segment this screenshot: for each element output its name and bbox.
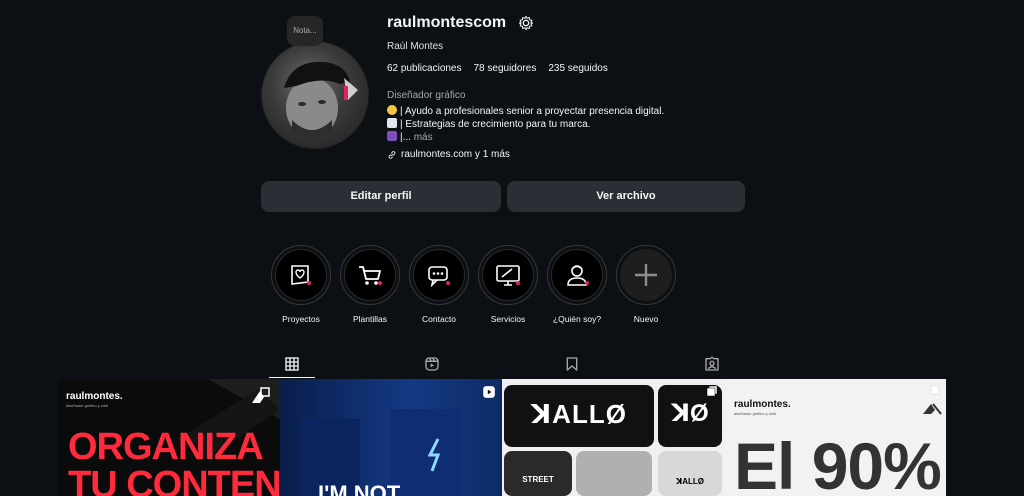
tile-text: ꓘALLØ: [676, 477, 704, 486]
highlight-label: Proyectos: [282, 314, 320, 324]
brand-logo-icon: [923, 403, 942, 415]
highlight-contacto[interactable]: Contacto: [408, 245, 470, 324]
following-count[interactable]: 235 seguidos: [548, 63, 608, 74]
highlight-label: ¿Quién soy?: [552, 314, 602, 324]
person-icon: [567, 265, 589, 286]
tile-text: ꓘØ: [671, 400, 709, 427]
post-thumbnail[interactable]: I'M NOT: [280, 379, 502, 496]
carousel-icon: [252, 387, 270, 403]
post-thumbnail[interactable]: raulmontes. diseñador gráfico y web El 9…: [724, 379, 946, 496]
tab-reels[interactable]: [409, 352, 455, 376]
reels-icon: [425, 357, 439, 371]
profile-bio: | Ayudo a profesionales senior a proyect…: [387, 105, 664, 144]
post-background-graphic: [300, 409, 460, 496]
profile-full-name: Raúl Montes: [387, 41, 444, 52]
tile-text: ꓘALLØ: [531, 399, 627, 429]
profile-category: Diseñador gráfico: [387, 90, 466, 101]
highlight-nuevo[interactable]: Nuevo: [615, 245, 677, 324]
profile-username: raulmontescom: [387, 14, 507, 31]
post-headline: El 90%: [734, 429, 942, 496]
post-headline: I'M NOT: [318, 481, 401, 496]
chart-icon: [387, 118, 397, 128]
post-thumbnail[interactable]: raulmontes. diseñador gráfico y web ORGA…: [58, 379, 280, 496]
highlight-label: Contacto: [421, 314, 457, 324]
chat-icon: [428, 266, 450, 288]
settings-gear-icon[interactable]: [518, 15, 534, 31]
carousel-icon: [706, 385, 718, 397]
posts-count: 62 publicaciones: [387, 63, 462, 74]
highlight-label: Servicios: [490, 314, 526, 324]
note-bubble[interactable]: Nota...: [287, 16, 323, 46]
highlight-label: Plantillas: [352, 314, 388, 324]
tab-saved[interactable]: [549, 352, 595, 376]
grid-icon: [285, 357, 299, 371]
post-brand: raulmontes.: [734, 399, 791, 410]
link-icon: [388, 150, 396, 159]
book-icon: [387, 131, 397, 141]
post-headline: ORGANIZA: [68, 426, 264, 468]
reel-indicator-icon: [483, 386, 495, 398]
plus-icon: [635, 264, 657, 286]
highlight-proyectos[interactable]: Proyectos: [270, 245, 332, 324]
lightbulb-icon: [387, 105, 397, 115]
tile-text: STREET: [522, 475, 554, 484]
highlight-plantillas[interactable]: Plantillas: [339, 245, 401, 324]
post-brand: raulmontes.: [66, 391, 123, 402]
active-tab-indicator: [269, 377, 315, 378]
post-headline: TU CONTENIDO: [68, 464, 280, 496]
monitor-design-icon: [496, 265, 520, 286]
tagged-icon: [705, 356, 719, 371]
saved-icon: [566, 357, 578, 371]
profile-avatar[interactable]: [261, 41, 369, 149]
post-tagline: diseñador gráfico y web: [66, 403, 109, 408]
edit-profile-button[interactable]: Editar perfil: [261, 181, 501, 212]
bio-line: | Estrategias de crecimiento para tu mar…: [387, 118, 664, 131]
cart-icon: [359, 266, 382, 285]
highlight-quien-soy[interactable]: ¿Quién soy?: [546, 245, 608, 324]
highlight-servicios[interactable]: Servicios: [477, 245, 539, 324]
tab-posts[interactable]: [269, 352, 315, 376]
followers-count[interactable]: 78 seguidores: [474, 63, 537, 74]
profile-stats: 62 publicaciones 78 seguidores 235 segui…: [387, 63, 608, 74]
post-tagline: diseñador gráfico y web: [734, 411, 777, 416]
bio-more-link[interactable]: más: [414, 132, 433, 143]
profile-link-text[interactable]: raulmontes.com y 1 más: [401, 149, 510, 160]
bio-line: | Ayudo a profesionales senior a proyect…: [387, 105, 664, 118]
portfolio-icon: [291, 265, 311, 285]
post-thumbnail[interactable]: ꓘALLØ ꓘØ STREET ꓘALLØ: [502, 379, 724, 496]
view-archive-button[interactable]: Ver archivo: [507, 181, 745, 212]
carousel-icon: [930, 385, 940, 395]
bio-line: |... más: [387, 131, 664, 144]
avatar-photo: [284, 61, 358, 139]
profile-link[interactable]: raulmontes.com y 1 más: [387, 149, 510, 160]
highlight-label: Nuevo: [633, 314, 659, 324]
tab-tagged[interactable]: [689, 352, 735, 376]
